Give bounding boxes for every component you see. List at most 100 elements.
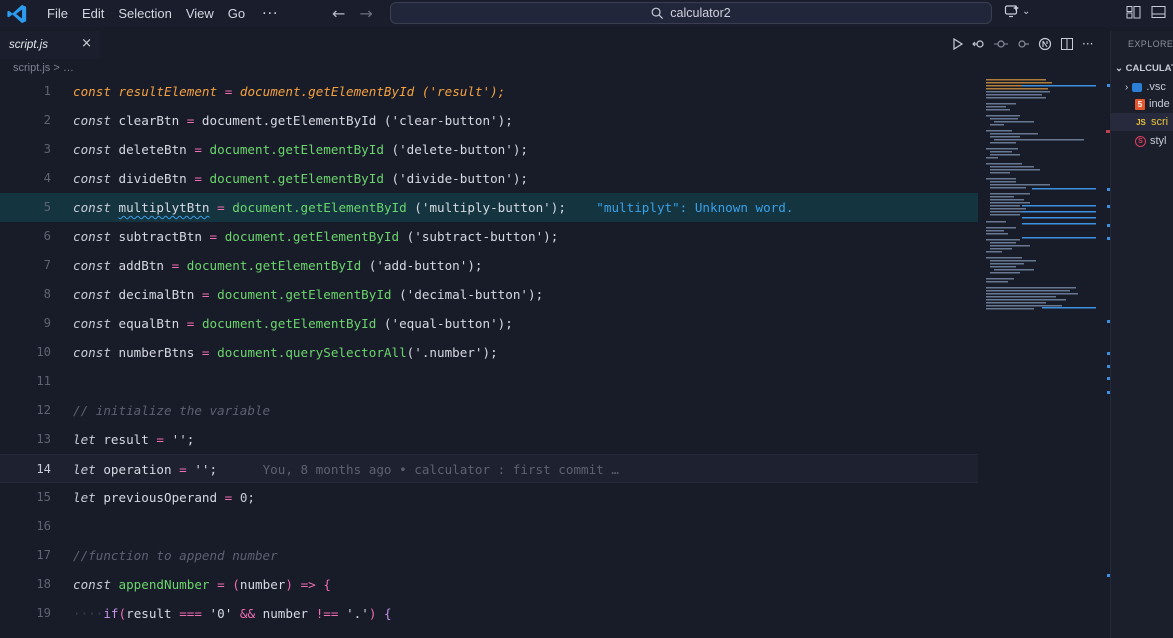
code-text: const resultElement = document.getElemen… [73, 84, 506, 99]
code-line-highlighted: 5 const multiplytBtn = document.getEleme… [0, 193, 978, 222]
go-back-in-history-icon[interactable] [972, 37, 986, 51]
copilot-icon [1004, 5, 1019, 18]
back-arrow-icon[interactable]: ← [332, 4, 345, 23]
code-text: const equalBtn = document.getElementById… [73, 316, 513, 331]
code-line: 13 let result = ''; [0, 425, 978, 454]
line-number: 13 [36, 432, 51, 446]
copilot-button[interactable]: ⌄ [1004, 4, 1030, 18]
command-center-search[interactable]: calculator2 [390, 2, 992, 24]
menu-view[interactable]: View [179, 0, 221, 27]
vscode-logo-icon[interactable] [6, 3, 28, 25]
code-text: let result = ''; [73, 432, 195, 447]
code-line: 2 const clearBtn = document.getElementBy… [0, 106, 978, 135]
code-line-current: 14 let operation = ''; You, 8 months ago… [0, 454, 978, 483]
code-text: let previousOperand = 0; [73, 490, 256, 505]
menu-edit[interactable]: Edit [75, 0, 111, 27]
line-number: 16 [36, 519, 51, 533]
more-actions-icon[interactable]: ··· [1082, 37, 1096, 51]
code-line: 10 const numberBtns = document.querySele… [0, 338, 978, 367]
code-text: ····if(result === '0' && number !== '.')… [73, 606, 392, 621]
explorer-item-vscode[interactable]: › .vsc [1125, 78, 1166, 96]
chevron-down-icon: ⌄ [1022, 5, 1031, 17]
line-number: 8 [43, 287, 51, 301]
tab-label: script.js [9, 39, 48, 51]
code-text: const numberBtns = document.querySelecto… [73, 345, 498, 360]
code-editor[interactable]: 1 const resultElement = document.getElem… [0, 77, 980, 638]
tab-bar: script.js × [0, 31, 1110, 59]
editor-actions: ··· [952, 37, 1096, 51]
code-text: const divideBtn = document.getElementByI… [73, 171, 528, 186]
git-blame-annotation[interactable]: You, 8 months ago • calculator : first c… [263, 462, 619, 477]
menu-file[interactable]: File [40, 0, 75, 27]
line-number: 14 [36, 462, 51, 476]
toggle-panel-icon[interactable] [1151, 5, 1166, 19]
go-forward-in-history-icon[interactable] [1016, 37, 1030, 51]
explorer-item-script[interactable]: JS scri [1111, 113, 1173, 131]
explorer-sidebar: EXPLORER ⌄ CALCULATOR › .vsc 5 inde JS s… [1110, 31, 1173, 638]
open-changes-icon[interactable] [1038, 37, 1052, 51]
code-line: 15 let previousOperand = 0; [0, 483, 978, 512]
code-line: 18 const appendNumber = (number) => { [0, 570, 978, 599]
run-icon[interactable] [952, 37, 964, 51]
code-text: const decimalBtn = document.getElementBy… [73, 287, 544, 302]
more-menu-icon[interactable]: ··· [262, 6, 278, 22]
line-number: 12 [36, 403, 51, 417]
code-text: const appendNumber = (number) => { [73, 577, 331, 592]
code-text: const deleteBtn = document.getElementByI… [73, 142, 528, 157]
explorer-item-label: scri [1151, 116, 1169, 128]
line-number: 2 [43, 113, 51, 127]
minimap[interactable] [982, 77, 1100, 337]
line-number: 4 [43, 171, 51, 185]
line-number: 19 [36, 606, 51, 620]
line-number: 5 [43, 200, 51, 214]
line-number: 6 [43, 229, 51, 243]
code-line: 4 const divideBtn = document.getElementB… [0, 164, 978, 193]
explorer-item-label: inde [1149, 98, 1170, 110]
code-line: 1 const resultElement = document.getElem… [0, 77, 978, 106]
css-file-icon: S [1135, 135, 1146, 147]
code-text: const subtractBtn = document.getElementB… [73, 229, 559, 244]
navigation-arrows: ← → [332, 4, 373, 23]
explorer-item-label: styl [1150, 135, 1167, 147]
folder-name: CALCULATOR [1125, 63, 1173, 74]
menu-go[interactable]: Go [221, 0, 252, 27]
layout-controls [1126, 5, 1166, 19]
line-number: 10 [36, 345, 51, 359]
code-text: const addBtn = document.getElementById (… [73, 258, 483, 273]
line-number: 7 [43, 258, 51, 272]
line-number: 11 [36, 374, 51, 388]
code-line: 16 [0, 512, 978, 541]
tab-script-js[interactable]: script.js × [0, 31, 100, 59]
close-icon[interactable]: × [81, 36, 92, 51]
html-file-icon: 5 [1135, 98, 1145, 110]
code-line: 9 const equalBtn = document.getElementBy… [0, 309, 978, 338]
code-line: 7 const addBtn = document.getElementById… [0, 251, 978, 280]
breadcrumb[interactable]: script.js > … [13, 62, 74, 74]
chevron-down-icon: ⌄ [1115, 63, 1123, 74]
code-line: 8 const decimalBtn = document.getElement… [0, 280, 978, 309]
search-text: calculator2 [670, 6, 731, 20]
explorer-folder-header[interactable]: ⌄ CALCULATOR [1115, 63, 1173, 74]
vscode-folder-icon [1132, 82, 1143, 92]
explorer-item-styles[interactable]: S styl [1125, 132, 1167, 150]
git-commit-icon[interactable] [994, 37, 1008, 51]
explorer-item-index[interactable]: 5 inde [1125, 95, 1170, 113]
code-comment: // initialize the variable [73, 403, 271, 418]
code-text: const multiplytBtn = document.getElement… [73, 200, 794, 215]
code-line: 3 const deleteBtn = document.getElementB… [0, 135, 978, 164]
chevron-right-icon: › [1125, 81, 1129, 93]
code-line: 17 //function to append number [0, 541, 978, 570]
split-editor-icon[interactable] [1060, 37, 1074, 51]
line-number: 9 [43, 316, 51, 330]
code-line: 19 ····if(result === '0' && number !== '… [0, 599, 978, 628]
toggle-sidebar-icon[interactable] [1126, 5, 1141, 19]
line-number: 18 [36, 577, 51, 591]
javascript-file-icon: JS [1136, 117, 1146, 127]
forward-arrow-icon[interactable]: → [359, 4, 372, 23]
code-line: 11 [0, 367, 978, 396]
code-line: 12 // initialize the variable [0, 396, 978, 425]
line-number: 1 [43, 84, 51, 98]
menu-selection[interactable]: Selection [111, 0, 178, 27]
code-line: 6 const subtractBtn = document.getElemen… [0, 222, 978, 251]
explorer-title: EXPLORER [1128, 39, 1173, 49]
